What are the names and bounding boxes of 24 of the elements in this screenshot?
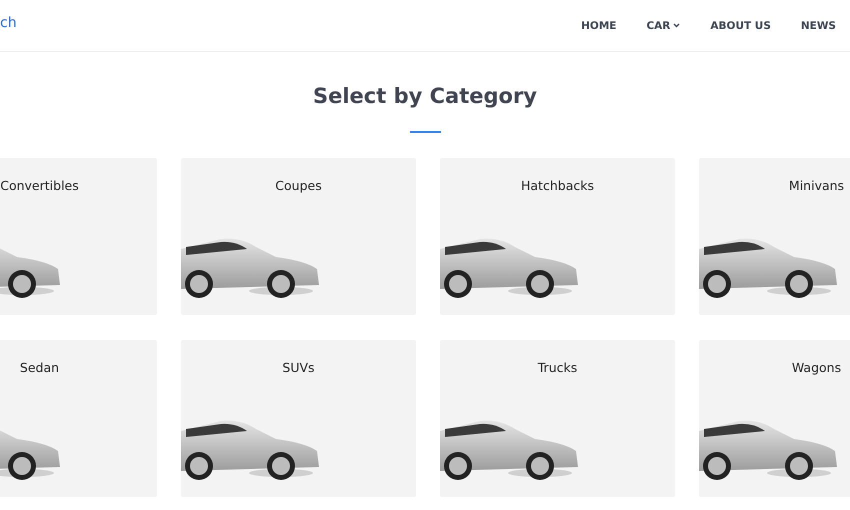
category-title: Convertibles (0, 178, 79, 193)
category-card[interactable]: Coupes (181, 158, 416, 315)
category-title: Wagons (792, 360, 842, 375)
nav-link[interactable]: HOME (581, 20, 616, 32)
category-title: Coupes (275, 178, 322, 193)
logo[interactable]: ch (0, 14, 17, 30)
category-title: SUVs (282, 360, 315, 375)
section-title: Select by Category (312, 84, 538, 108)
category-title: Minivans (788, 178, 844, 193)
category-card[interactable]: SUVs (181, 340, 416, 497)
category-card[interactable]: Sedan (0, 340, 157, 497)
category-card[interactable]: Minivans (699, 158, 850, 315)
category-card[interactable]: Wagons (699, 340, 850, 497)
nav-link[interactable]: CAR (646, 20, 680, 32)
category-title: Trucks (538, 360, 578, 375)
nav-link[interactable]: ABOUT US (710, 20, 771, 32)
category-card[interactable]: Convertibles (0, 158, 157, 315)
category-card[interactable]: Hatchbacks (440, 158, 675, 315)
title-underline (410, 131, 440, 133)
nav-link[interactable]: NEWS (800, 20, 836, 32)
category-title: Hatchbacks (521, 178, 594, 193)
chevron-down-icon (673, 23, 680, 28)
category-card[interactable]: Trucks (440, 340, 675, 497)
category-title: Sedan (20, 360, 60, 375)
